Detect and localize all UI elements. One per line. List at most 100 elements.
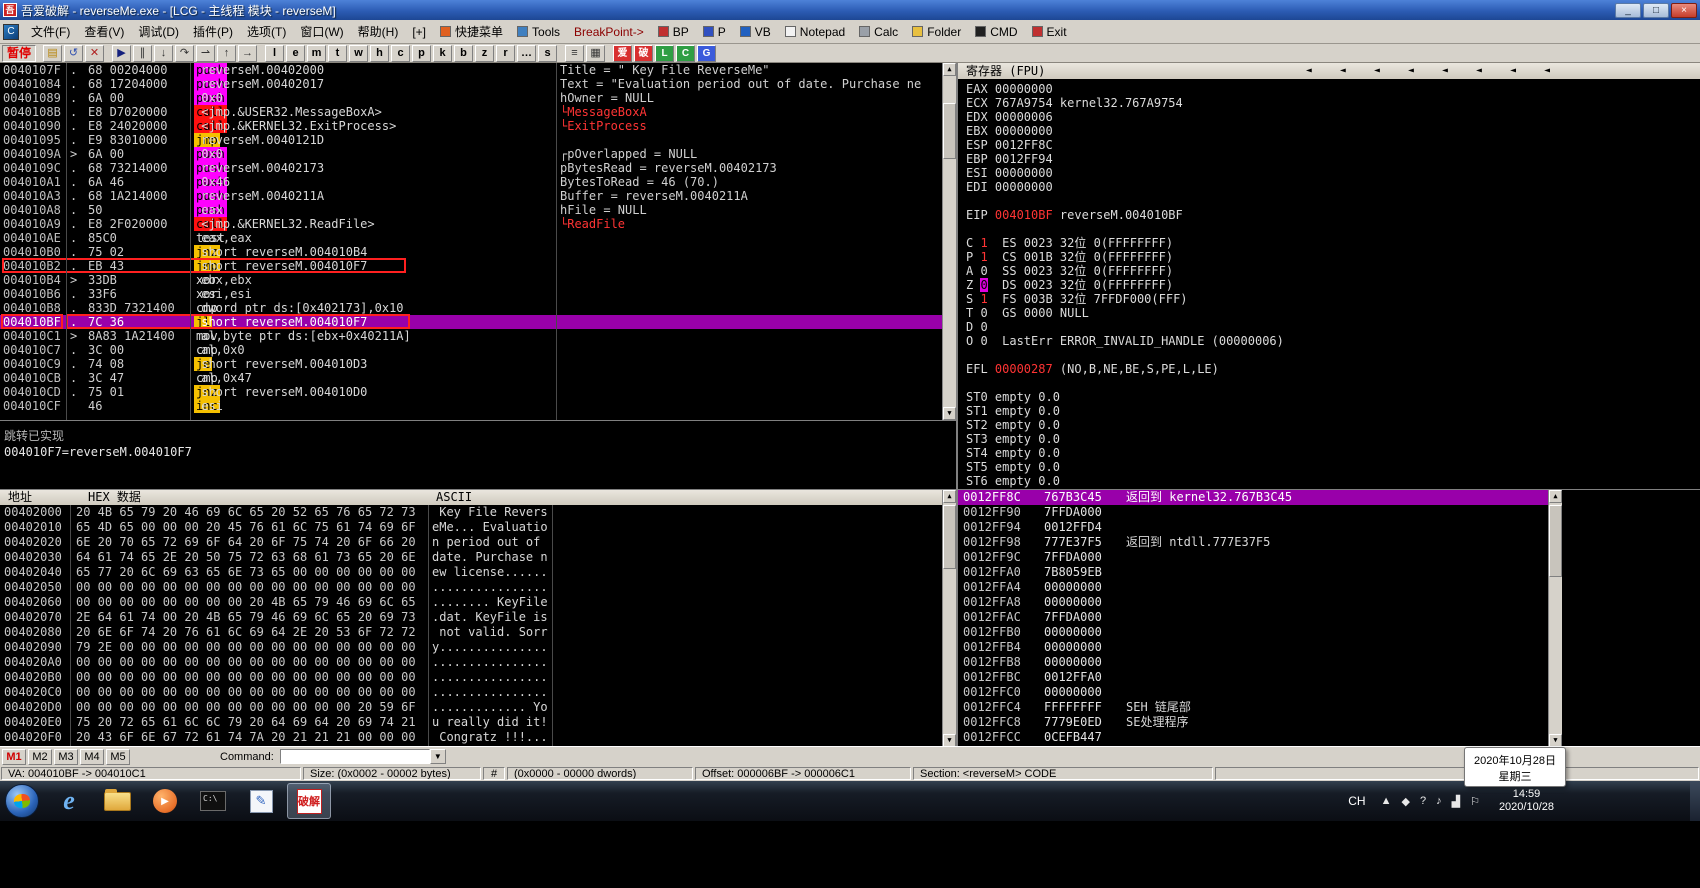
register-line[interactable] (966, 222, 1700, 236)
toolbar-button[interactable]: C (676, 45, 695, 62)
register-line[interactable]: D 0 (966, 320, 1700, 334)
disasm-row[interactable]: 0040108B.E8 D7020000call <jmp.&USER32.Me… (0, 105, 956, 119)
menu-item[interactable]: 快捷菜单 (433, 21, 510, 42)
scroll-up-arrow[interactable]: ▲ (1549, 490, 1562, 503)
memory-tab-m5[interactable]: M5 (106, 749, 130, 765)
dump-scrollbar[interactable]: ▲ ▼ (942, 490, 956, 747)
register-line[interactable]: T 0 GS 0000 NULL (966, 306, 1700, 320)
register-line[interactable]: Z 0 DS 0023 32位 0(FFFFFFFF) (966, 278, 1700, 292)
disasm-row[interactable]: 00401089.6A 00push 0x0hOwner = NULL (0, 91, 956, 105)
disasm-row[interactable]: 004010CB.3C 47cmp al,0x47 (0, 371, 956, 385)
disasm-row[interactable]: 004010A9.E8 2F020000call <jmp.&KERNEL32.… (0, 217, 956, 231)
menu-item[interactable]: Notepad (778, 21, 852, 42)
disasm-row[interactable]: 004010B8.833D 7321400cmp dword ptr ds:[0… (0, 301, 956, 315)
pane-collapse-arrow-icon[interactable]: ◄ (1408, 63, 1414, 79)
toolbar-button[interactable]: ↓ (154, 45, 173, 62)
dump-row[interactable]: 004020702E 64 61 74 00 20 4B 65 79 46 69… (0, 610, 956, 625)
scroll-up-arrow[interactable]: ▲ (943, 490, 956, 503)
tray-icon[interactable]: ◆ (1402, 795, 1410, 808)
toolbar-button[interactable]: c (391, 45, 410, 62)
dump-row[interactable]: 004020D000 00 00 00 00 00 00 00 00 00 00… (0, 700, 956, 715)
disasm-row[interactable]: 00401084.68 17204000push reverseM.004020… (0, 77, 956, 91)
column-divider[interactable] (556, 63, 557, 420)
disasm-row[interactable]: 0040109A>6A 00push 0x0┌pOverlapped = NUL… (0, 147, 956, 161)
dump-row[interactable]: 0040206000 00 00 00 00 00 00 00 20 4B 65… (0, 595, 956, 610)
tray-icon[interactable]: ⚐ (1470, 795, 1480, 808)
register-line[interactable]: EBP 0012FF94 (966, 152, 1700, 166)
disasm-row[interactable]: 004010B0.75 02jnz short reverseM.004010B… (0, 245, 956, 259)
menu-item[interactable]: 窗口(W) (293, 21, 350, 42)
taskbar-editor[interactable]: ✎ (239, 783, 283, 819)
toolbar-button[interactable]: ≡ (565, 45, 584, 62)
pane-collapse-arrow-icon[interactable]: ◄ (1442, 63, 1448, 79)
menu-item[interactable]: 插件(P) (186, 21, 240, 42)
toolbar-button[interactable]: ↷ (175, 45, 194, 62)
stack-row[interactable]: 0012FFC87779E0EDSE处理程序 (958, 715, 1548, 730)
toolbar-button[interactable]: w (349, 45, 368, 62)
register-line[interactable]: ECX 767A9754 kernel32.767A9754 (966, 96, 1700, 110)
stack-row[interactable]: 0012FFB000000000 (958, 625, 1548, 640)
taskbar-ollydbg-lcg[interactable]: 破解 (287, 783, 331, 819)
disasm-row[interactable]: 004010A1.6A 46push 0x46BytesToRead = 46 … (0, 175, 956, 189)
menu-item[interactable]: 查看(V) (77, 21, 131, 42)
stack-row[interactable]: 0012FFA800000000 (958, 595, 1548, 610)
menu-item[interactable]: VB (733, 21, 778, 42)
taskbar-internet-explorer[interactable]: e (47, 783, 91, 819)
stack-row[interactable]: 0012FFAC7FFDA000 (958, 610, 1548, 625)
taskbar-clock[interactable]: 14:59 2020/10/28 (1499, 788, 1554, 814)
taskbar-windows-explorer[interactable] (95, 783, 139, 819)
register-line[interactable]: ST3 empty 0.0 (966, 432, 1700, 446)
stack-row[interactable]: 0012FFBC0012FFA0 (958, 670, 1548, 685)
toolbar-button[interactable]: z (475, 45, 494, 62)
disasm-row[interactable]: 004010C9.74 08je short reverseM.004010D3 (0, 357, 956, 371)
stack-row[interactable]: 0012FFC4FFFFFFFFSEH 链尾部 (958, 700, 1548, 715)
stack-row[interactable]: 0012FFB800000000 (958, 655, 1548, 670)
start-button[interactable] (5, 784, 39, 818)
titlebar[interactable]: 吾 吾爱破解 - reverseMe.exe - [LCG - 主线程 模块 -… (0, 0, 1700, 20)
disasm-row[interactable]: 004010BF.7C 36jl short reverseM.004010F7 (0, 315, 956, 329)
menu-item[interactable]: [+] (405, 21, 433, 42)
menu-item[interactable]: BP (651, 21, 696, 42)
pane-divider[interactable] (956, 63, 958, 746)
dump-header-hex[interactable]: HEX 数据 (88, 490, 141, 505)
stack-row[interactable]: 0012FFC000000000 (958, 685, 1548, 700)
register-line[interactable]: ST1 empty 0.0 (966, 404, 1700, 418)
register-line[interactable]: EBX 00000000 (966, 124, 1700, 138)
dump-row[interactable]: 0040201065 4D 65 00 00 00 20 45 76 61 6C… (0, 520, 956, 535)
dump-header-address[interactable]: 地址 (8, 490, 32, 505)
disasm-row[interactable]: 004010A8.50push eaxhFile = NULL (0, 203, 956, 217)
memory-tab-m1[interactable]: M1 (2, 749, 26, 765)
toolbar-button[interactable]: b (454, 45, 473, 62)
scroll-thumb[interactable] (943, 103, 956, 159)
column-divider[interactable] (66, 63, 67, 420)
dump-row[interactable]: 004020B000 00 00 00 00 00 00 00 00 00 00… (0, 670, 956, 685)
scroll-up-arrow[interactable]: ▲ (943, 63, 956, 76)
mdi-child-icon[interactable]: C (3, 24, 19, 40)
disasm-row[interactable]: 004010A3.68 1A214000push reverseM.004021… (0, 189, 956, 203)
show-desktop-button[interactable] (1690, 781, 1700, 821)
stack-row[interactable]: 0012FF8C767B3C45返回到 kernel32.767B3C45 (958, 490, 1548, 505)
taskbar-command-prompt[interactable]: C:\ (191, 783, 235, 819)
toolbar-button[interactable]: → (238, 45, 257, 62)
menu-item[interactable]: 调试(D) (131, 21, 186, 42)
stack-row[interactable]: 0012FF98777E37F5返回到 ntdll.777E37F5 (958, 535, 1548, 550)
register-line[interactable] (966, 376, 1700, 390)
register-line[interactable] (966, 194, 1700, 208)
register-line[interactable]: ST0 empty 0.0 (966, 390, 1700, 404)
register-line[interactable]: EIP 004010BF reverseM.004010BF (966, 208, 1700, 222)
toolbar-button[interactable]: ▶ (112, 45, 131, 62)
toolbar-button[interactable]: r (496, 45, 515, 62)
pane-collapse-arrow-icon[interactable]: ◄ (1374, 63, 1380, 79)
dump-row[interactable]: 0040203064 61 74 65 2E 20 50 75 72 63 68… (0, 550, 956, 565)
menu-item[interactable]: 文件(F) (24, 21, 77, 42)
menu-item[interactable]: Folder (905, 21, 968, 42)
command-dropdown-button[interactable]: ▼ (430, 749, 446, 764)
menu-item[interactable]: Tools (510, 21, 567, 42)
disasm-row[interactable]: 00401090.E8 24020000call <jmp.&KERNEL32.… (0, 119, 956, 133)
memory-tab-m2[interactable]: M2 (28, 749, 52, 765)
register-line[interactable]: ESP 0012FF8C (966, 138, 1700, 152)
register-line[interactable]: ESI 00000000 (966, 166, 1700, 180)
minimize-button[interactable]: _ (1615, 3, 1641, 18)
scroll-thumb[interactable] (1549, 505, 1562, 577)
registers-header[interactable]: 寄存器 (FPU) ◄◄◄◄◄◄◄◄ (958, 63, 1700, 79)
